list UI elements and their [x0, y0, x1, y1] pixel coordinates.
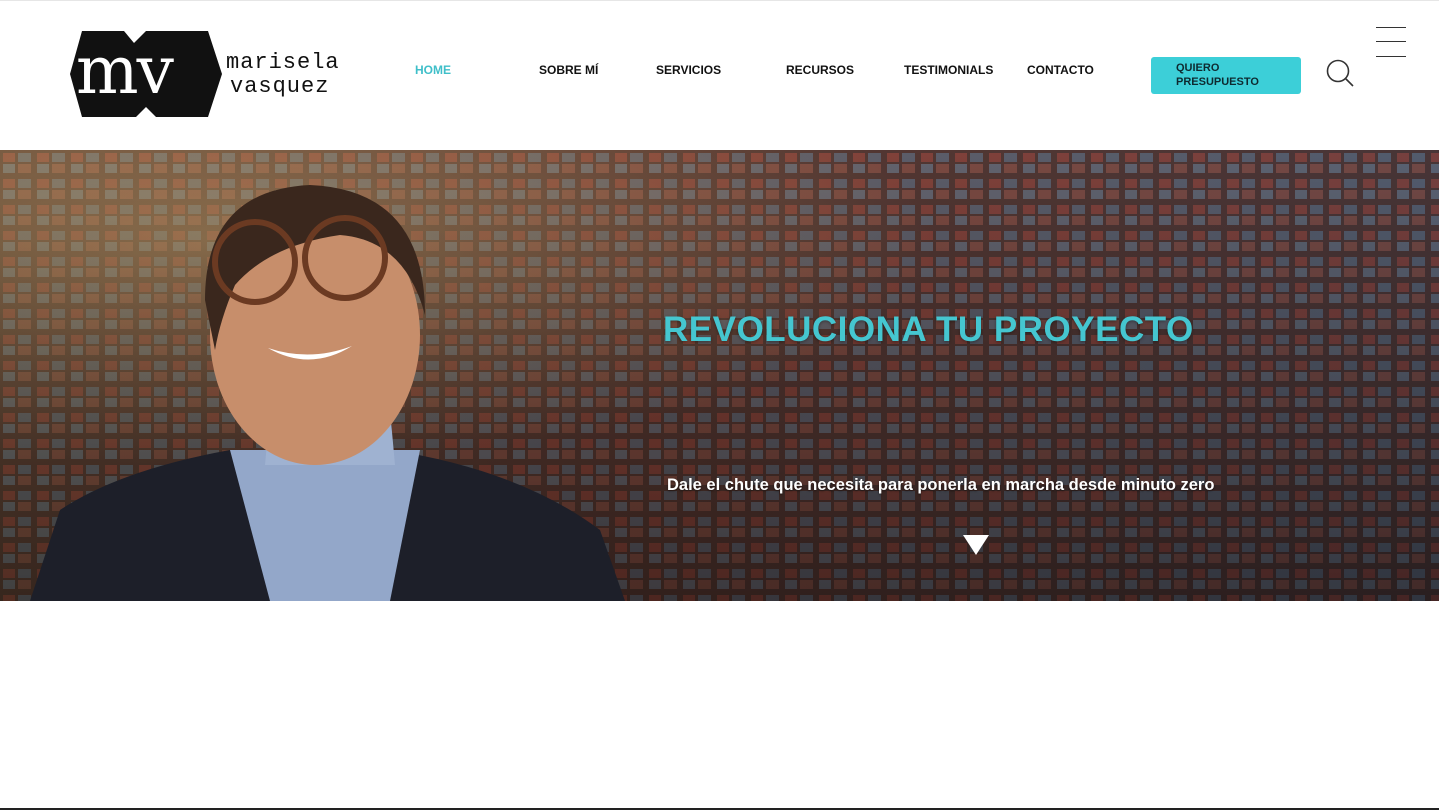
hero-title: REVOLUCIONA TU PROYECTO	[663, 310, 1194, 349]
nav-item-recursos[interactable]: RECURSOS	[786, 63, 854, 77]
search-icon[interactable]	[1325, 58, 1355, 88]
logo-wordmark: marisela vasquez	[226, 51, 340, 99]
nav-item-home[interactable]: HOME	[415, 63, 451, 77]
hero-subtitle: Dale el chute que necesita para ponerla …	[667, 476, 1215, 494]
quote-button-line2: PRESUPUESTO	[1176, 76, 1259, 88]
quote-button-line1: QUIERO	[1176, 62, 1220, 74]
hero-background-photo	[0, 150, 1439, 601]
hero-banner: REVOLUCIONA TU PROYECTO Dale el chute qu…	[0, 150, 1439, 601]
nav-item-servicios[interactable]: SERVICIOS	[656, 63, 721, 77]
nav-item-sobre-mi[interactable]: SOBRE MÍ	[539, 63, 598, 77]
site-logo[interactable]: mv marisela vasquez	[68, 29, 368, 124]
hamburger-menu-icon[interactable]	[1374, 25, 1408, 59]
quote-request-button[interactable]: QUIERO PRESUPUESTO	[1151, 57, 1301, 94]
page: mv marisela vasquez HOME SOBRE MÍ SERVIC…	[0, 0, 1439, 810]
logo-name-line2: vasquez	[230, 74, 330, 99]
nav-item-contacto[interactable]: CONTACTO	[1027, 63, 1094, 77]
logo-monogram: mv	[76, 32, 174, 109]
nav-item-testimonials[interactable]: TESTIMONIALS	[904, 63, 993, 77]
triangle-down-icon[interactable]	[962, 534, 990, 556]
logo-name-line1: marisela	[226, 50, 340, 75]
